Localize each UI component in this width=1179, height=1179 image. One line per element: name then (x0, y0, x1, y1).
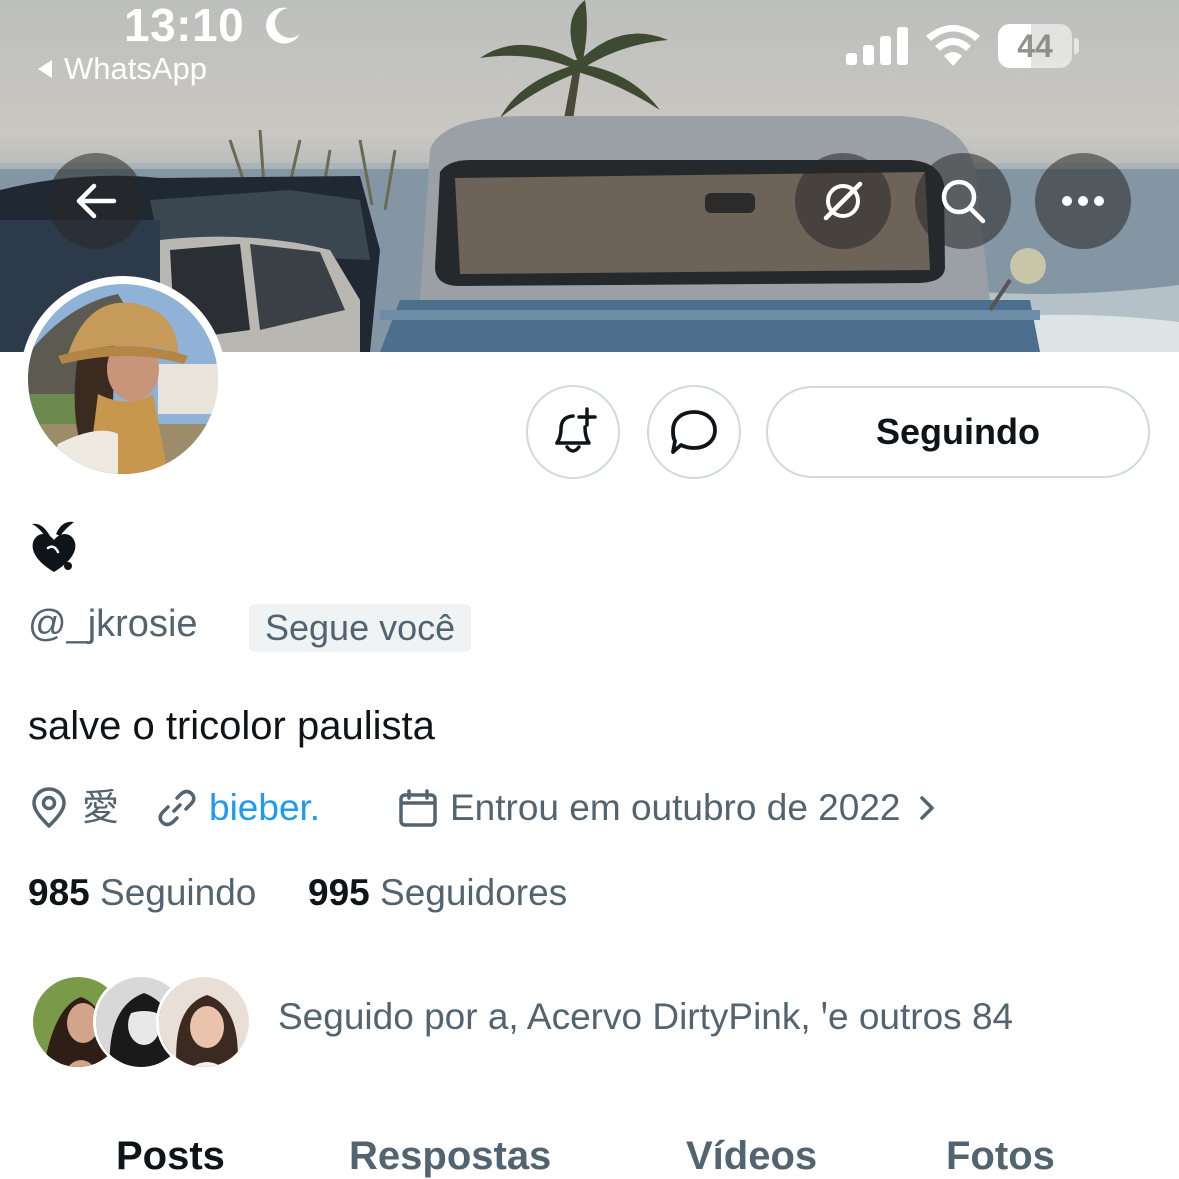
display-name-heart-icon (32, 521, 76, 572)
profile-joined[interactable]: Entrou em outubro de 2022 (398, 785, 939, 831)
search-button[interactable] (915, 153, 1011, 249)
following-stat[interactable]: 985 Seguindo (28, 870, 256, 916)
following-button[interactable]: Seguindo (766, 386, 1150, 478)
follower-photo (159, 977, 249, 1067)
grok-icon (823, 181, 863, 221)
battery-indicator: 44 (998, 24, 1080, 68)
profile-handle: @_jkrosie (28, 603, 198, 645)
back-button[interactable] (48, 153, 144, 249)
back-triangle-icon (38, 60, 52, 78)
tab-videos[interactable]: Vídeos (686, 1132, 817, 1179)
search-icon (941, 179, 986, 224)
notifications-button[interactable] (526, 385, 620, 479)
battery-nub (1074, 38, 1079, 54)
arrow-left-icon (76, 183, 117, 219)
followers-count: 995 (308, 872, 370, 913)
follows-you-badge: Segue você (249, 604, 472, 652)
followers-label: Seguidores (380, 872, 568, 913)
tab-posts[interactable]: Posts (116, 1132, 225, 1179)
battery-percent: 44 (1017, 28, 1053, 64)
location-text: 愛 (82, 787, 119, 828)
profile-bio: salve o tricolor paulista (28, 704, 435, 748)
status-time: 13:10 (124, 0, 245, 51)
back-to-app[interactable]: WhatsApp (38, 52, 207, 86)
cellular-signal-icon (846, 27, 908, 65)
profile-location: 愛 (30, 785, 119, 831)
battery-body: 44 (998, 24, 1072, 68)
more-icon (1062, 196, 1104, 206)
back-app-label: WhatsApp (64, 51, 208, 86)
following-count: 985 (28, 872, 90, 913)
tab-photos[interactable]: Fotos (946, 1132, 1055, 1179)
moon-icon (266, 7, 300, 44)
chat-bubble-icon (671, 410, 717, 454)
more-button[interactable] (1035, 153, 1131, 249)
grok-button[interactable] (795, 153, 891, 249)
wifi-icon (926, 25, 980, 66)
bell-plus-icon (555, 407, 597, 453)
joined-text: Entrou em outubro de 2022 (450, 787, 901, 828)
following-label: Seguindo (100, 872, 257, 913)
location-pin-icon (32, 787, 66, 828)
chevron-right-icon (919, 796, 934, 820)
website-link[interactable]: bieber. (209, 785, 320, 831)
message-button[interactable] (647, 385, 741, 479)
profile-website[interactable]: bieber. (157, 785, 320, 831)
calendar-icon (399, 789, 437, 827)
avatar-photo (28, 284, 218, 474)
follower-avatar (156, 974, 252, 1070)
link-icon (158, 789, 196, 827)
followed-by-text[interactable]: Seguido por a, Acervo DirtyPink, ꞌe outr… (278, 995, 1013, 1039)
followers-stat[interactable]: 995 Seguidores (308, 870, 567, 916)
profile-avatar[interactable] (20, 276, 226, 482)
tab-replies[interactable]: Respostas (349, 1132, 551, 1179)
